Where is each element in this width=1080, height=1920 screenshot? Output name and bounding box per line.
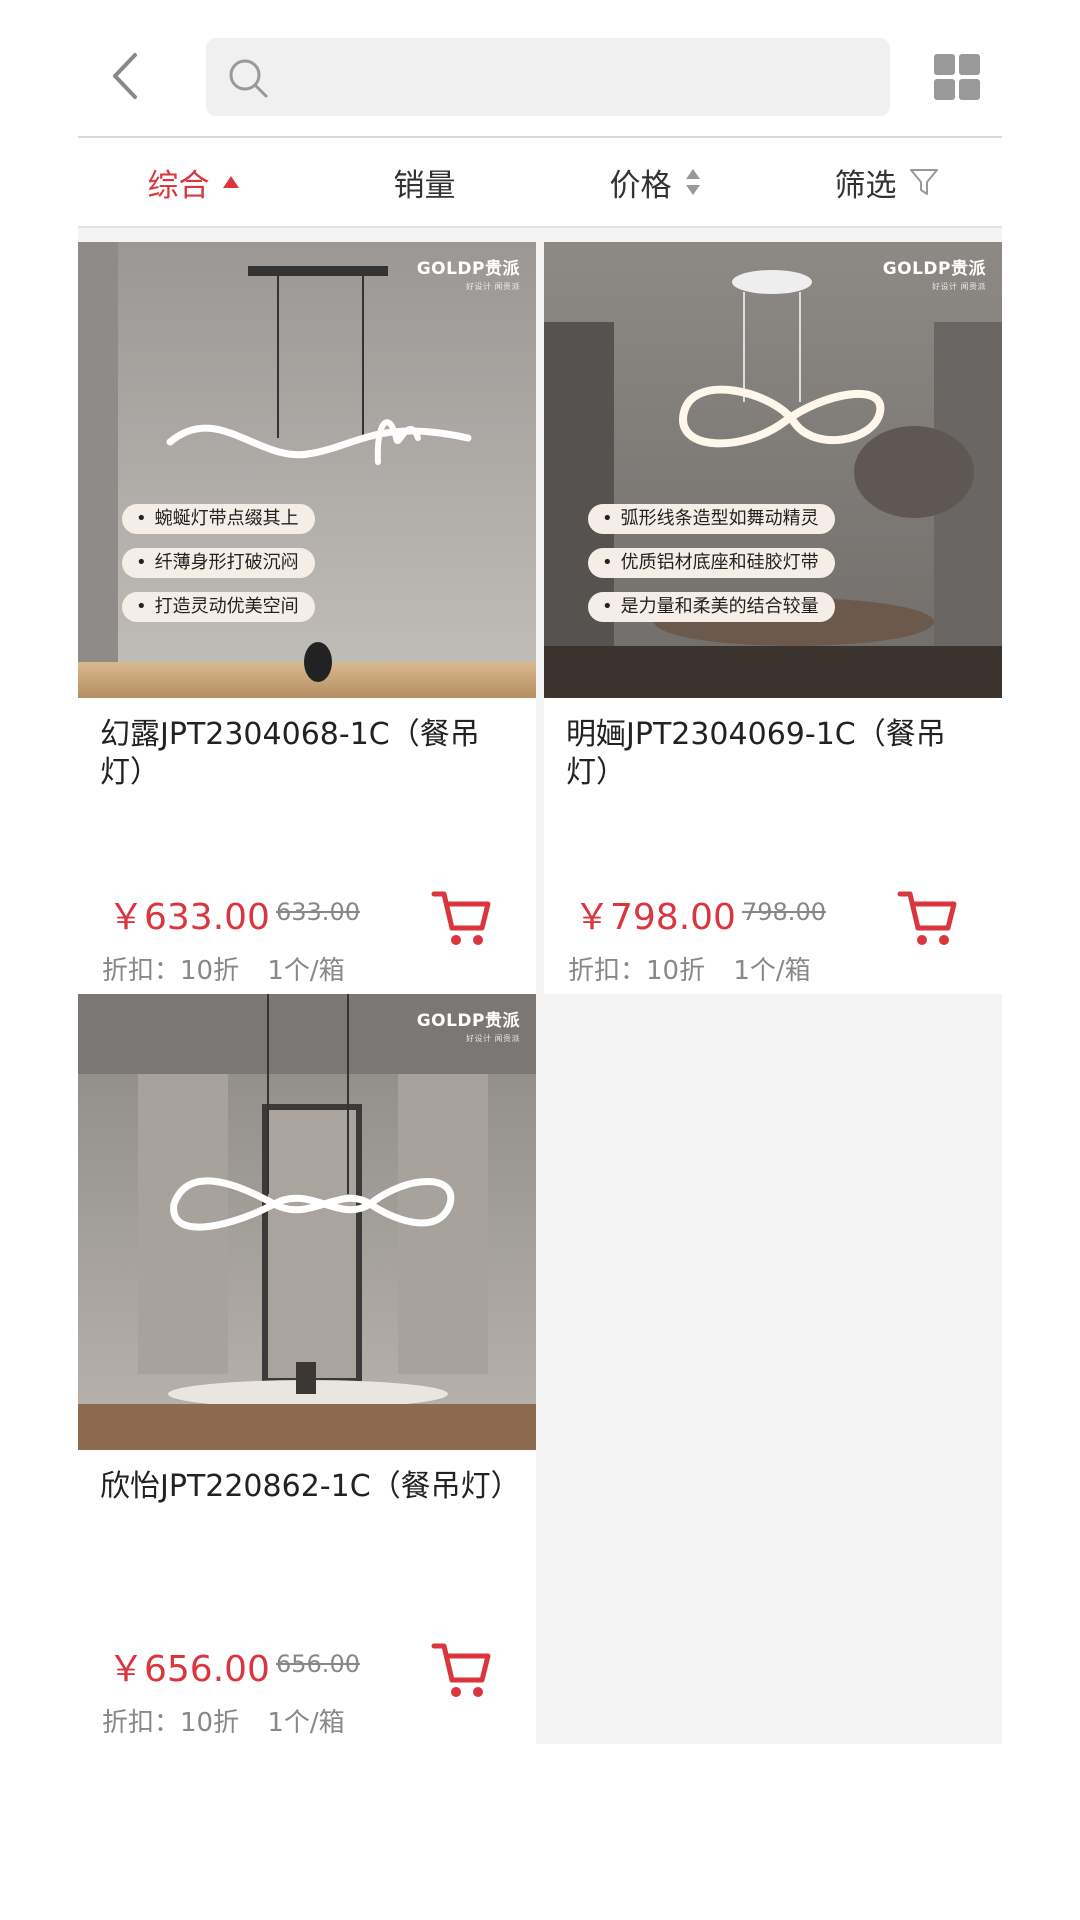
sort-up-arrow-icon <box>222 175 240 189</box>
feature-pill: 是力量和柔美的结合较量 <box>588 592 835 622</box>
discount-text: 折扣：10折 <box>568 956 706 986</box>
product-price: ￥633.00 <box>108 897 270 938</box>
brand-logo: GOLDP贵派 好设计 闻贵派 <box>883 254 986 292</box>
grid-icon <box>934 54 980 100</box>
product-image[interactable]: GOLDP贵派 好设计 闻贵派 <box>78 994 536 1450</box>
back-button[interactable] <box>98 42 154 110</box>
product-name[interactable]: 明婳JPT2304069-1C（餐吊灯） <box>566 716 986 792</box>
product-card[interactable]: GOLDP贵派 好设计 闻贵派 蜿蜒灯带点缀其上 纤薄身形打破沉闷 打造灵动优美… <box>78 242 536 994</box>
brand-tagline: 好设计 闻贵派 <box>931 282 986 291</box>
product-meta: 折扣：10折 1个/箱 <box>102 950 345 987</box>
unit-text: 1个/箱 <box>267 956 345 986</box>
app-frame: 综合 销量 价格 筛选 GOLDP贵派 好设计 闻贵派 • 蜿蜒灯带点缀其上 •… <box>78 0 1002 1746</box>
discount-text: 折扣：10折 <box>102 956 240 986</box>
product-card[interactable]: GOLDP贵派 好设计 闻贵派 弧形线条造型如舞动精灵 优质铝材底座和硅胶灯带 … <box>544 242 1002 994</box>
brand-logo: GOLDP贵派 好设计 闻贵派 <box>417 254 520 292</box>
sort-comprehensive-label: 综合 <box>147 167 210 204</box>
feature-pill: 纤薄身形打破沉闷 <box>122 548 315 578</box>
header <box>78 0 1002 138</box>
search-box[interactable] <box>206 38 890 118</box>
cart-icon <box>431 1643 491 1697</box>
original-price: 656.00 <box>276 1650 360 1678</box>
cart-icon <box>897 891 957 945</box>
pendant-lamp-illustration <box>544 242 1002 698</box>
filter-tab[interactable]: 筛选 <box>771 138 1002 226</box>
product-card[interactable]: GOLDP贵派 好设计 闻贵派 欣怡JPT220862-1C（餐吊灯） ￥656… <box>78 994 536 1746</box>
product-price: ￥798.00 <box>574 897 736 938</box>
brand-name: GOLDP贵派 <box>882 259 986 279</box>
cart-icon <box>431 891 491 945</box>
feature-pill: 弧形线条造型如舞动精灵 <box>588 504 835 534</box>
grid-view-button[interactable] <box>934 54 980 100</box>
sort-price-label: 价格 <box>609 167 672 204</box>
sort-up-down-icon <box>684 167 702 197</box>
original-price: 798.00 <box>742 898 826 926</box>
brand-name: GOLDP贵派 <box>416 1011 520 1031</box>
product-grid: GOLDP贵派 好设计 闻贵派 蜿蜒灯带点缀其上 纤薄身形打破沉闷 打造灵动优美… <box>78 228 1002 1746</box>
product-image[interactable]: GOLDP贵派 好设计 闻贵派 弧形线条造型如舞动精灵 优质铝材底座和硅胶灯带 … <box>544 242 1002 698</box>
product-name[interactable]: 欣怡JPT220862-1C（餐吊灯） <box>100 1468 521 1506</box>
feature-pill: 优质铝材底座和硅胶灯带 <box>588 548 835 578</box>
sort-sales-tab[interactable]: 销量 <box>309 138 540 226</box>
brand-tagline: 好设计 闻贵派 <box>465 1034 520 1043</box>
add-to-cart-button[interactable] <box>430 1638 494 1702</box>
pendant-lamp-illustration <box>78 994 536 1450</box>
sort-comprehensive-tab[interactable]: 综合 <box>78 138 309 226</box>
original-price: 633.00 <box>276 898 360 926</box>
product-price: ￥656.00 <box>108 1649 270 1690</box>
brand-tagline: 好设计 闻贵派 <box>465 282 520 291</box>
search-icon <box>229 59 268 98</box>
feature-pill: 打造灵动优美空间 <box>122 592 315 622</box>
brand-logo: GOLDP贵派 好设计 闻贵派 <box>417 1006 520 1044</box>
filter-icon <box>909 167 939 197</box>
unit-text: 1个/箱 <box>733 956 811 986</box>
brand-name: GOLDP贵派 <box>416 259 520 279</box>
product-meta: 折扣：10折 1个/箱 <box>102 1702 345 1739</box>
add-to-cart-button[interactable] <box>896 886 960 950</box>
sort-price-tab[interactable]: 价格 <box>540 138 771 226</box>
search-input[interactable] <box>282 38 876 118</box>
sort-bar: 综合 销量 价格 筛选 <box>78 138 1002 228</box>
filter-label: 筛选 <box>834 167 897 204</box>
sort-sales-label: 销量 <box>393 167 456 204</box>
feature-pill: 蜿蜒灯带点缀其上 <box>122 504 315 534</box>
pendant-lamp-illustration <box>78 242 536 698</box>
discount-text: 折扣：10折 <box>102 1708 240 1738</box>
product-name[interactable]: 幻露JPT2304068-1C（餐吊灯） <box>100 716 520 792</box>
add-to-cart-button[interactable] <box>430 886 494 950</box>
product-meta: 折扣：10折 1个/箱 <box>568 950 811 987</box>
chevron-left-icon <box>113 53 137 99</box>
product-image[interactable]: GOLDP贵派 好设计 闻贵派 蜿蜒灯带点缀其上 纤薄身形打破沉闷 打造灵动优美… <box>78 242 536 698</box>
unit-text: 1个/箱 <box>267 1708 345 1738</box>
